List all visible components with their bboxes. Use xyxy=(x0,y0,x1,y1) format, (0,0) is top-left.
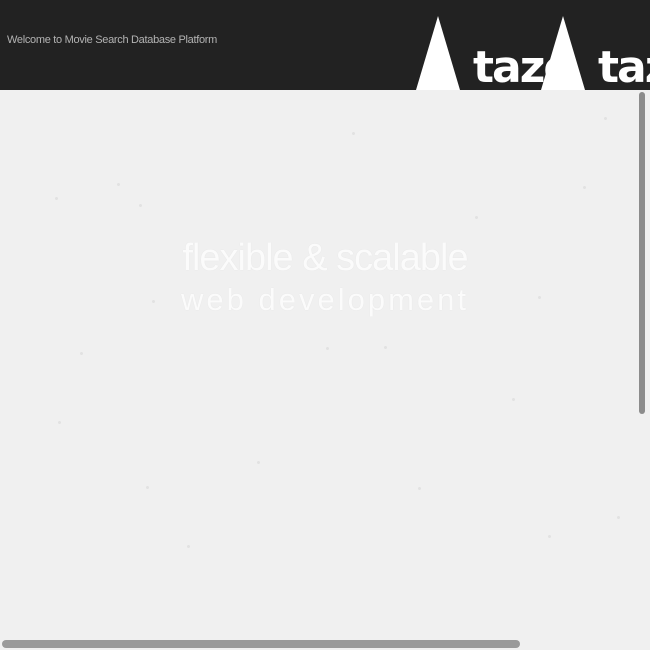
background-speck xyxy=(187,545,190,548)
background-speck xyxy=(418,487,421,490)
welcome-message: Welcome to Movie Search Database Platfor… xyxy=(7,34,218,46)
background-speck xyxy=(512,398,515,401)
vertical-scrollbar-thumb[interactable] xyxy=(639,92,645,414)
background-speck xyxy=(117,183,120,186)
background-speck xyxy=(352,132,355,135)
taze-tree-logo-icon xyxy=(416,16,460,90)
site-header: Welcome to Movie Search Database Platfor… xyxy=(0,0,650,90)
background-speck xyxy=(617,516,620,519)
taze-tree-logo-icon xyxy=(541,16,585,90)
horizontal-scrollbar-thumb[interactable] xyxy=(2,640,520,648)
background-speck xyxy=(326,347,329,350)
page: Welcome to Movie Search Database Platfor… xyxy=(0,0,650,650)
hero-tagline: flexible & scalable web development xyxy=(0,230,650,320)
background-speck xyxy=(58,421,61,424)
taze-logo-repeat[interactable]: taze xyxy=(541,16,650,90)
background-speck xyxy=(257,461,260,464)
background-speck xyxy=(80,352,83,355)
tagline-line-2: web development xyxy=(181,282,469,317)
logo-wordmark: taze xyxy=(598,42,650,90)
background-speck xyxy=(548,535,551,538)
background-speck xyxy=(384,346,387,349)
background-speck xyxy=(475,216,478,219)
background-speck xyxy=(146,486,149,489)
tagline-line-1: flexible & scalable xyxy=(182,237,468,279)
background-speck xyxy=(583,186,586,189)
background-speck xyxy=(604,117,607,120)
background-speck xyxy=(55,197,58,200)
background-speck xyxy=(139,204,142,207)
